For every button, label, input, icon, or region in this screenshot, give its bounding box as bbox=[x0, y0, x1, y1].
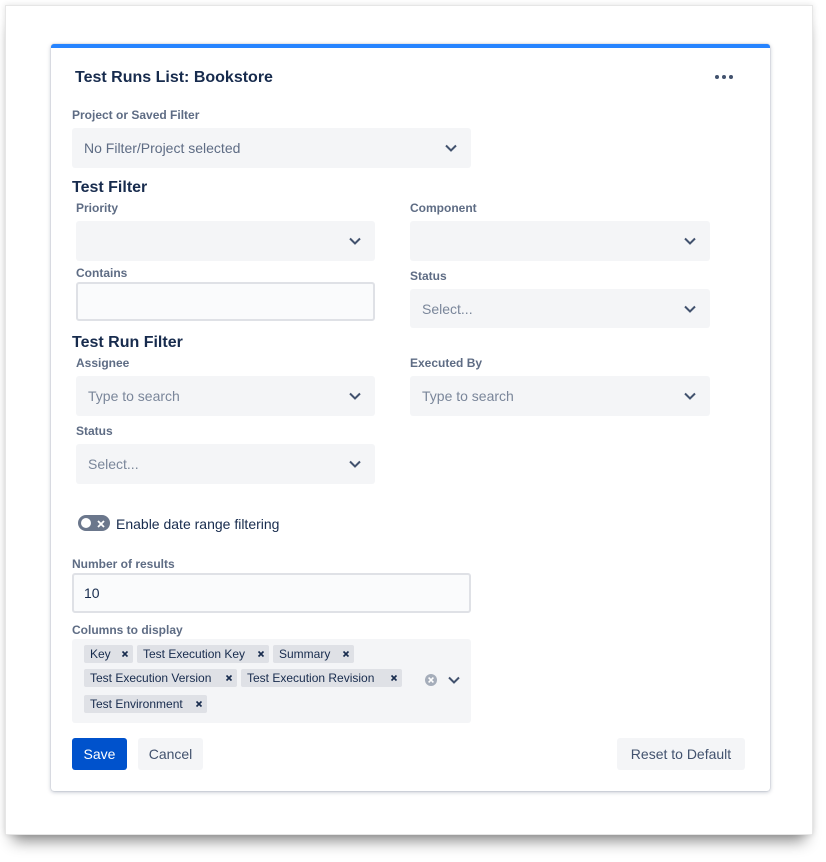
project-filter-value: No Filter/Project selected bbox=[84, 140, 241, 156]
more-horizontal-icon[interactable] bbox=[713, 70, 735, 84]
column-tag: Test Execution Version bbox=[84, 669, 237, 687]
test-status-placeholder: Select... bbox=[422, 300, 473, 317]
chevron-down-icon bbox=[347, 388, 363, 404]
column-tag: Summary bbox=[273, 645, 354, 663]
card-title: Test Runs List: Bookstore bbox=[75, 69, 273, 86]
column-tag-label: Key bbox=[90, 647, 111, 661]
chevron-down-icon[interactable] bbox=[446, 672, 462, 688]
columns-label: Columns to display bbox=[72, 623, 183, 637]
component-label: Component bbox=[410, 201, 477, 215]
gadget-card: Test Runs List: Bookstore Project or Sav… bbox=[51, 44, 770, 791]
column-tag-label: Test Execution Version bbox=[90, 671, 212, 685]
assignee-label: Assignee bbox=[76, 356, 130, 370]
executed-by-label: Executed By bbox=[410, 356, 483, 370]
run-status-placeholder: Select... bbox=[88, 456, 139, 472]
project-filter-select[interactable]: No Filter/Project selected bbox=[72, 128, 471, 168]
test-run-filter-title: Test Run Filter bbox=[72, 334, 183, 351]
column-tag-label: Test Execution Revision bbox=[247, 671, 375, 685]
remove-tag-icon[interactable] bbox=[253, 646, 269, 662]
test-filter-title: Test Filter bbox=[72, 179, 148, 196]
test-status-select[interactable]: Select... bbox=[410, 289, 710, 328]
chevron-down-icon bbox=[443, 140, 459, 156]
priority-select[interactable] bbox=[76, 221, 375, 261]
column-tag: Key bbox=[84, 645, 133, 663]
chevron-down-icon bbox=[682, 388, 698, 404]
column-tag-label: Summary bbox=[279, 647, 331, 661]
assignee-placeholder: Type to search bbox=[88, 388, 180, 404]
column-tag: Test Environment bbox=[84, 695, 207, 713]
run-status-label: Status bbox=[76, 424, 113, 438]
contains-label: Contains bbox=[76, 266, 128, 280]
project-filter-label: Project or Saved Filter bbox=[72, 108, 200, 122]
remove-tag-icon[interactable] bbox=[386, 670, 402, 686]
column-tag-label: Test Execution Key bbox=[143, 647, 246, 661]
chevron-down-icon bbox=[347, 233, 363, 249]
priority-label: Priority bbox=[76, 201, 119, 215]
number-of-results-value: 10 bbox=[84, 585, 100, 601]
toggle-knob bbox=[81, 518, 91, 528]
run-status-select[interactable]: Select... bbox=[76, 444, 375, 484]
chevron-down-icon bbox=[682, 233, 698, 249]
test-status-label: Status bbox=[410, 269, 447, 283]
chevron-down-icon bbox=[682, 301, 698, 317]
reset-to-default-button[interactable]: Reset to Default bbox=[617, 738, 745, 770]
remove-tag-icon[interactable] bbox=[221, 670, 237, 686]
assignee-select[interactable]: Type to search bbox=[76, 376, 375, 416]
save-button[interactable]: Save bbox=[72, 738, 127, 770]
remove-tag-icon[interactable] bbox=[338, 646, 354, 662]
number-of-results-input[interactable]: 10 bbox=[72, 573, 471, 613]
columns-multiselect[interactable]: Key Test Execution Key Summary Test Exec… bbox=[72, 639, 471, 723]
date-range-label: Enable date range filtering bbox=[116, 516, 280, 532]
executed-by-select[interactable]: Type to search bbox=[410, 376, 710, 416]
column-tag-label: Test Environment bbox=[90, 697, 183, 711]
chevron-down-icon bbox=[347, 456, 363, 472]
column-tag: Test Execution Revision bbox=[241, 669, 402, 687]
clear-all-icon[interactable] bbox=[424, 673, 438, 687]
cancel-button[interactable]: Cancel bbox=[138, 738, 203, 770]
close-icon bbox=[95, 517, 107, 529]
remove-tag-icon[interactable] bbox=[191, 696, 207, 712]
date-range-toggle[interactable] bbox=[78, 515, 110, 531]
contains-input[interactable] bbox=[76, 282, 375, 321]
remove-tag-icon[interactable] bbox=[117, 646, 133, 662]
component-select[interactable] bbox=[410, 221, 710, 261]
column-tag: Test Execution Key bbox=[137, 645, 269, 663]
executed-by-placeholder: Type to search bbox=[422, 388, 514, 404]
number-of-results-label: Number of results bbox=[72, 557, 175, 571]
